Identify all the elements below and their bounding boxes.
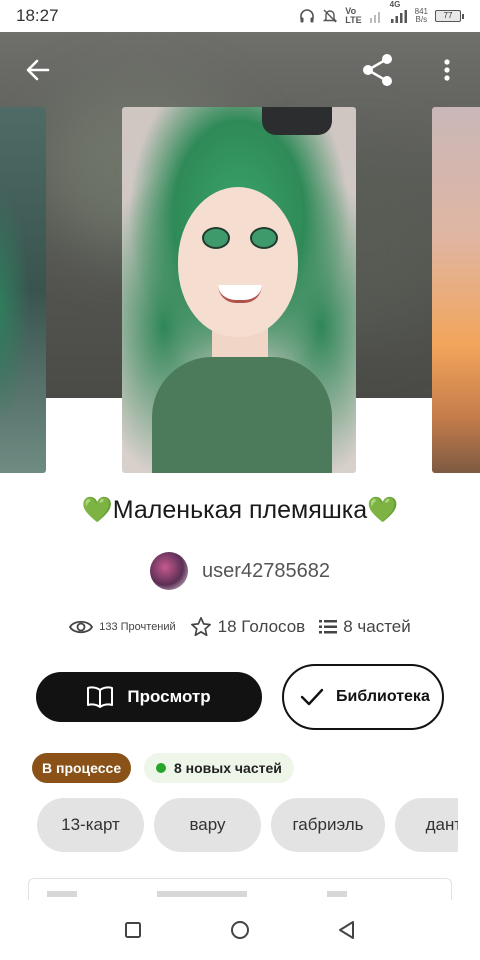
votes-stat: 18 Голосов [190, 616, 306, 638]
back-arrow-icon [26, 59, 50, 81]
read-button-label: Просмотр [127, 687, 211, 706]
open-book-icon [87, 686, 114, 708]
title-row: 💚Маленькая племяшка💚 [0, 496, 480, 525]
status-badge: В процессе [32, 753, 132, 783]
system-navigation-bar [0, 900, 480, 960]
parts-count: 8 частей [343, 617, 411, 636]
previous-story-cover[interactable] [0, 107, 46, 473]
library-button-label: Библиотека [336, 688, 430, 705]
status-icons: Vo LTE 4G 841 B/s 77 [299, 0, 464, 25]
stats-row: 133 Прочтений 18 Голосов 8 частей [0, 616, 480, 638]
headphones-icon [299, 8, 315, 24]
next-story-cover[interactable] [432, 107, 480, 473]
more-options-button[interactable] [434, 52, 460, 88]
new-indicator-dot [156, 763, 166, 773]
back-button[interactable] [20, 52, 56, 88]
tag-chip[interactable]: 13-карт [37, 798, 144, 852]
signal-weak-icon [369, 8, 383, 24]
reads-stat: 133 Прочтений [69, 619, 176, 635]
network-speed: 841 B/s [414, 7, 428, 24]
tag-chip[interactable]: данте [395, 798, 458, 852]
status-bar: 18:27 Vo LTE 4G 841 B/s 77 [0, 0, 480, 32]
status-time: 18:27 [16, 6, 59, 25]
recents-button[interactable] [113, 910, 153, 950]
story-cover [122, 107, 356, 473]
reads-count: 133 Прочтений [99, 621, 176, 633]
list-icon [319, 620, 338, 634]
tag-chip[interactable]: габриэль [271, 798, 385, 852]
author-avatar[interactable] [150, 552, 189, 590]
triangle-back-icon [338, 921, 354, 939]
author-name[interactable]: user42785682 [202, 560, 330, 583]
library-button[interactable]: Библиотека [282, 664, 444, 730]
votes-count: 18 Голосов [217, 617, 306, 636]
more-vertical-icon [444, 59, 450, 81]
story-title: 💚Маленькая племяшка💚 [81, 496, 399, 524]
top-app-bar [0, 32, 480, 108]
battery-icon: 77 [435, 10, 464, 22]
tags-row: 13-карт вару габриэль данте [0, 798, 458, 854]
share-button[interactable] [358, 50, 398, 90]
home-button[interactable] [220, 910, 260, 950]
read-button[interactable]: Просмотр [36, 672, 262, 722]
story-details-screen: 18:27 Vo LTE 4G 841 B/s 77 💚Маленькая пл… [0, 0, 480, 960]
signal-4g-icon: 4G [390, 0, 408, 24]
volte-icon: Vo LTE [345, 6, 362, 25]
author-row[interactable]: user42785682 [0, 552, 480, 590]
back-nav-button[interactable] [327, 910, 367, 950]
new-parts-label: 8 новых частей [174, 760, 282, 776]
parts-stat: 8 частей [319, 617, 411, 637]
checkmark-icon [300, 688, 324, 706]
tag-chip[interactable]: вару [154, 798, 261, 852]
square-icon [125, 922, 142, 938]
mute-bell-icon [322, 8, 338, 24]
eye-icon [69, 620, 94, 634]
star-icon [190, 617, 211, 637]
battery-level: 77 [435, 10, 461, 22]
network-type: 4G [389, 0, 401, 9]
new-parts-badge: 8 новых частей [144, 753, 294, 783]
share-icon [363, 54, 392, 86]
circle-icon [230, 921, 249, 939]
